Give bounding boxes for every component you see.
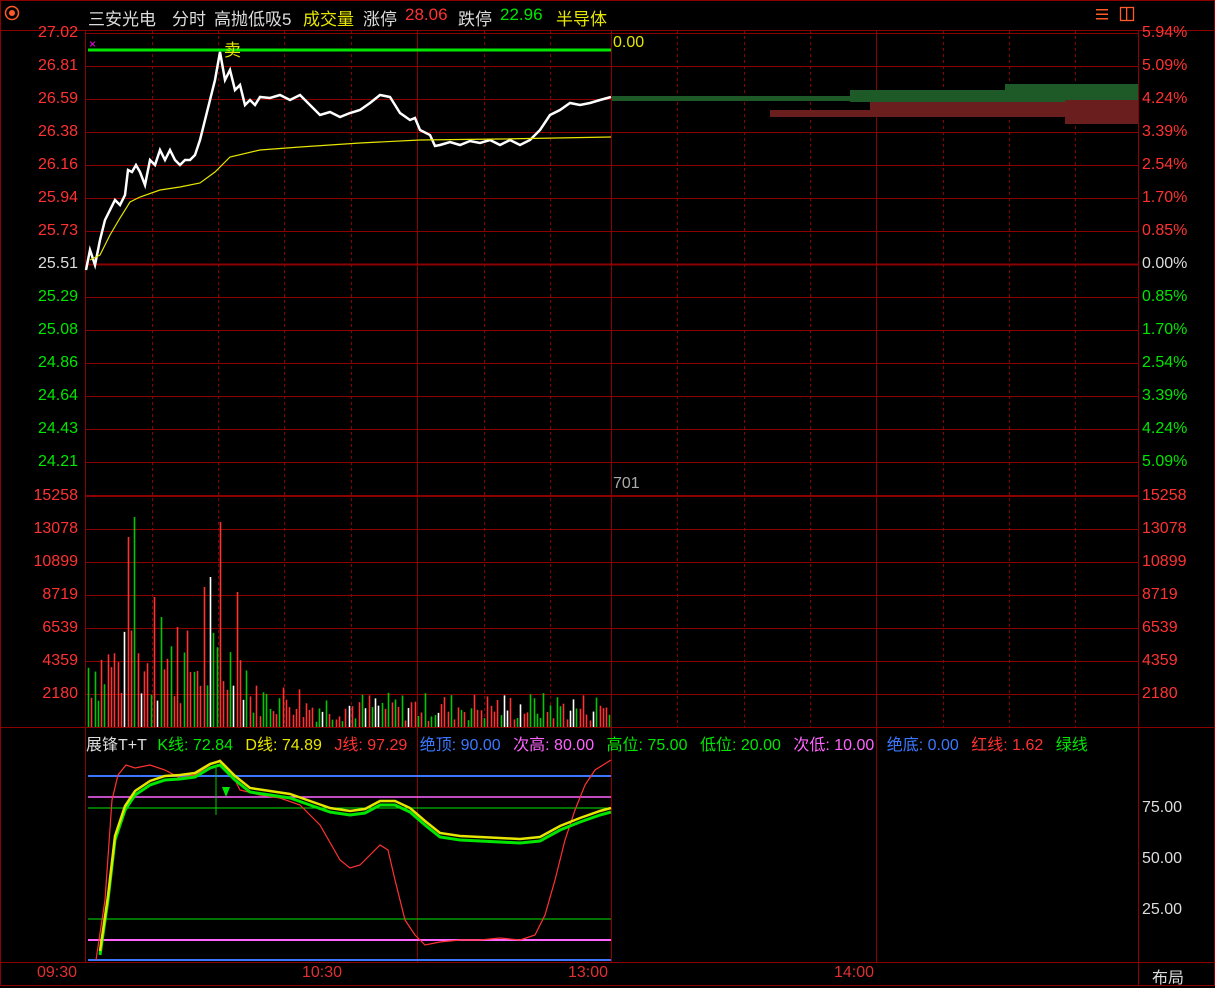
price-tick: 25.51: [37, 255, 78, 272]
time-tick: 09:30: [37, 964, 78, 981]
percent-tick: 5.09%: [1142, 57, 1188, 74]
down-arrow-icon: [222, 787, 230, 797]
percent-tick: 4.24%: [1142, 420, 1188, 437]
volume-tick: 2180: [42, 685, 78, 702]
volume-tick: 15258: [33, 487, 79, 504]
time-tick: 14:00: [834, 964, 875, 981]
price-tick: 24.43: [37, 420, 78, 437]
price-tick: 24.21: [37, 453, 78, 470]
green-line-label: 绿线: [1055, 737, 1088, 753]
price-tick: 26.38: [37, 123, 78, 140]
volume-tick: 10899: [33, 553, 79, 570]
percent-tick: 1.70%: [1142, 321, 1188, 338]
volume-tick: 15258: [1142, 487, 1187, 504]
percent-tick: 2.54%: [1142, 354, 1188, 371]
volume-tick: 10899: [1142, 553, 1187, 570]
indicator-tick: 25.00: [1142, 901, 1183, 918]
bottom-level-value: 绝底: 0.00: [886, 737, 959, 753]
high-level-value: 高位: 75.00: [606, 737, 688, 753]
indicator-legend: 展锋T+T K线: 72.84 D线: 74.89 J线: 97.29 绝顶: …: [86, 731, 1140, 753]
price-tick: 25.73: [37, 222, 78, 239]
purple-marker: ×: [89, 37, 96, 51]
depth-bar: [1065, 100, 1138, 124]
price-tick: 24.64: [37, 387, 78, 404]
percent-tick: 1.70%: [1142, 189, 1188, 206]
price-cursor-value: 0.00: [613, 34, 645, 51]
volume-tick: 8719: [42, 586, 78, 603]
volume-tick: 13078: [33, 520, 79, 537]
sell-marker: 卖: [224, 41, 241, 60]
indicator-tick: 75.00: [1142, 799, 1183, 816]
red-line-value: 红线: 1.62: [971, 737, 1044, 753]
volume-tick: 4359: [1142, 652, 1178, 669]
layout-button[interactable]: 布局: [1152, 964, 1184, 988]
j-line-value: J线: 97.29: [334, 737, 408, 753]
percent-tick: 0.85%: [1142, 288, 1188, 305]
low-level-value: 低位: 20.00: [699, 737, 781, 753]
frame: [0, 0, 1215, 986]
indicator-tick: 50.00: [1142, 850, 1183, 867]
d-line: [98, 759, 612, 952]
percent-tick: 5.09%: [1142, 453, 1188, 470]
j-line: [95, 759, 612, 961]
k-line-value: K线: 72.84: [157, 737, 233, 753]
volume-tick: 4359: [42, 652, 78, 669]
intraday-chart[interactable]: ×: [0, 0, 1215, 986]
price-line: [84, 51, 612, 271]
percent-tick: 0.85%: [1142, 222, 1188, 239]
price-tick: 24.86: [37, 354, 78, 371]
price-tick: 25.94: [37, 189, 78, 206]
volume-tick: 2180: [1142, 685, 1178, 702]
percent-tick: 2.54%: [1142, 156, 1188, 173]
percent-tick: 0.00%: [1142, 255, 1188, 272]
volume-tick: 8719: [1142, 586, 1178, 603]
second-high-value: 次高: 80.00: [513, 737, 595, 753]
percent-tick: 3.39%: [1142, 387, 1188, 404]
percent-tick: 3.39%: [1142, 123, 1188, 140]
time-tick: 13:00: [568, 964, 609, 981]
k-line: [98, 763, 612, 956]
price-tick: 25.08: [37, 321, 78, 338]
d-line-value: D线: 74.89: [245, 737, 322, 753]
price-tick: 27.02: [37, 24, 78, 41]
percent-tick: 4.24%: [1142, 90, 1188, 107]
volume-cursor-value: 701: [613, 475, 640, 492]
time-tick: 10:30: [302, 964, 343, 981]
percent-tick: 5.94%: [1142, 24, 1188, 41]
indicator-title: 展锋T+T: [86, 737, 147, 753]
top-level-value: 绝顶: 90.00: [419, 737, 501, 753]
price-tick: 25.29: [37, 288, 78, 305]
volume-tick: 6539: [42, 619, 78, 636]
price-tick: 26.81: [37, 57, 78, 74]
volume-tick: 13078: [1142, 520, 1187, 537]
price-tick: 26.59: [37, 90, 78, 107]
volume-tick: 6539: [1142, 619, 1178, 636]
price-tick: 26.16: [37, 156, 78, 173]
second-low-value: 次低: 10.00: [793, 737, 875, 753]
